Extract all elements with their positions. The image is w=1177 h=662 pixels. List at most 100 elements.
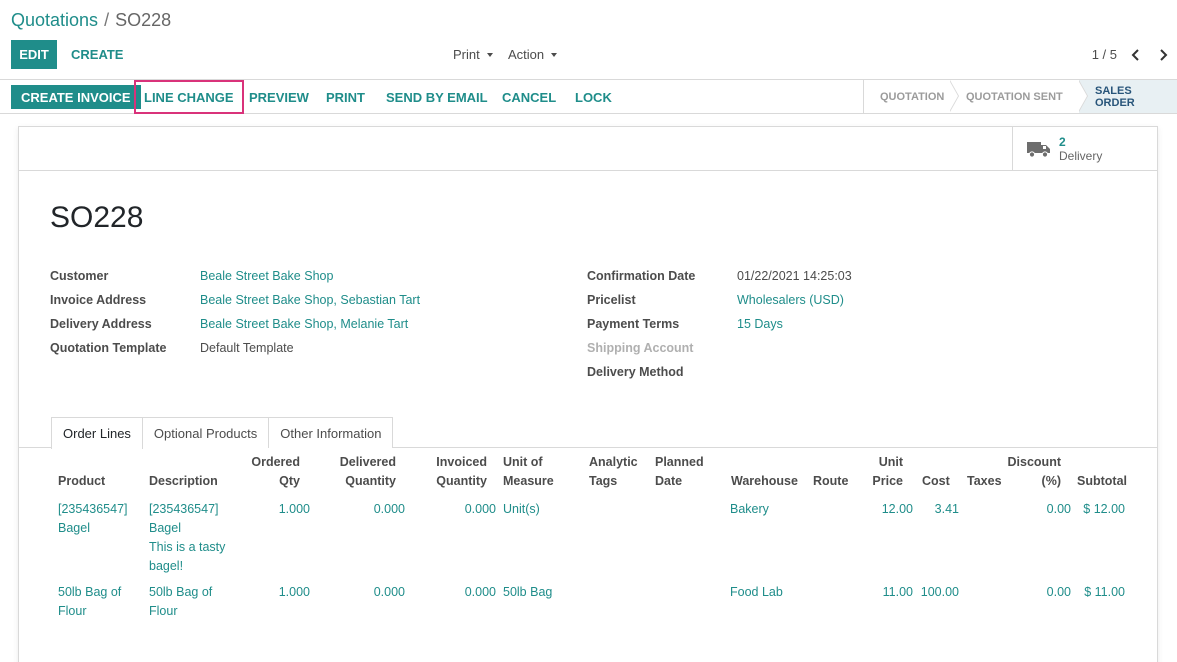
create-button[interactable]: CREATE	[71, 40, 123, 69]
col-analytic-tags-line1: Analytic	[589, 455, 638, 469]
col-product[interactable]: Product	[58, 472, 105, 491]
table-row-1-warehouse[interactable]: Bakery	[730, 500, 769, 519]
col-delivered-qty[interactable]: Delivered Quantity	[340, 453, 396, 491]
print-dropdown-label: Print	[453, 47, 480, 62]
col-subtotal[interactable]: Subtotal	[1077, 472, 1127, 491]
cancel-button[interactable]: CANCEL	[502, 85, 556, 109]
col-planned-date[interactable]: Planned Date	[655, 453, 704, 491]
tab-other-information[interactable]: Other Information	[268, 417, 394, 448]
tab-order-lines[interactable]: Order Lines	[51, 417, 143, 449]
stage-quotation[interactable]: QUOTATION	[864, 79, 959, 113]
breadcrumb-quotations-link[interactable]: Quotations	[11, 10, 98, 30]
table-row-1-description[interactable]: [235436547] Bagel This is a tasty bagel!	[149, 500, 225, 576]
table-row-2-subtotal: $ 11.00	[1084, 585, 1125, 599]
col-analytic-tags[interactable]: Analytic Tags	[589, 453, 638, 491]
table-row-1-discount[interactable]: 0.00	[1047, 500, 1071, 519]
stage-sales-order[interactable]: SALES ORDER	[1079, 80, 1177, 113]
action-dropdown[interactable]: Action	[508, 40, 558, 69]
delivery-smart-button[interactable]: 2 Delivery	[1012, 127, 1157, 171]
caret-down-icon	[486, 52, 493, 57]
col-unit-of-measure-line1: Unit of	[503, 455, 543, 469]
table-row-1-ordered-qty[interactable]: 1.000	[279, 500, 310, 519]
truck-icon	[1027, 142, 1050, 158]
breadcrumb-separator: /	[104, 10, 110, 30]
table-row-2-description[interactable]: 50lb Bag of Flour	[149, 583, 212, 621]
table-row-2-product-line1: 50lb Bag of	[58, 585, 122, 599]
col-invoiced-qty-line2: Quantity	[436, 474, 487, 488]
table-row-2-cost[interactable]: 100.00	[921, 583, 959, 602]
shipping-account-label: Shipping Account	[587, 341, 694, 355]
table-row-2-uom[interactable]: 50lb Bag	[503, 583, 552, 602]
breadcrumb: Quotations / SO228	[11, 10, 171, 31]
col-invoiced-qty-line1: Invoiced	[436, 455, 487, 469]
col-unit-of-measure-line2: Measure	[503, 474, 554, 488]
col-warehouse[interactable]: Warehouse	[731, 472, 798, 491]
col-unit-price-line1: Unit	[878, 455, 903, 469]
caret-down-icon	[551, 52, 558, 57]
col-unit-of-measure[interactable]: Unit of Measure	[503, 453, 554, 491]
invoice-address-link[interactable]: Beale Street Bake Shop, Sebastian Tart	[200, 293, 420, 307]
order-name: SO228	[50, 201, 144, 234]
stage-quotation-label: QUOTATION	[880, 90, 945, 103]
col-route[interactable]: Route	[813, 472, 848, 491]
table-row-2-invoiced-qty[interactable]: 0.000	[465, 583, 496, 602]
col-unit-price[interactable]: Unit Price	[872, 453, 903, 491]
col-cost[interactable]: Cost	[922, 472, 950, 491]
table-row-2-delivered-qty[interactable]: 0.000	[374, 583, 405, 602]
confirmation-date-value: 01/22/2021 14:25:03	[737, 269, 852, 283]
invoice-address-label: Invoice Address	[50, 293, 147, 307]
notebook-tabs: Order Lines Optional Products Other Info…	[51, 417, 394, 449]
table-row-2-product[interactable]: 50lb Bag of Flour	[58, 583, 121, 621]
stage-pipeline: QUOTATION QUOTATION SENT SALES ORDER	[863, 79, 1177, 113]
col-taxes[interactable]: Taxes	[967, 472, 1002, 491]
col-analytic-tags-line2: Tags	[589, 474, 618, 488]
pager-value[interactable]: 1 / 5	[1092, 40, 1117, 69]
print-button[interactable]: PRINT	[326, 85, 365, 109]
pager-next-button[interactable]	[1155, 40, 1171, 69]
table-row-1-description-line3: This is a tasty	[149, 540, 226, 554]
col-delivered-qty-line2: Quantity	[345, 474, 396, 488]
chevron-left-icon	[1131, 48, 1139, 61]
col-planned-date-line1: Planned	[655, 455, 704, 469]
print-dropdown[interactable]: Print	[453, 40, 493, 69]
stage-sales-order-label: SALES ORDER	[1095, 84, 1135, 109]
send-by-email-button[interactable]: SEND BY EMAIL	[386, 85, 488, 109]
stage-quotation-sent[interactable]: QUOTATION SENT	[950, 79, 1088, 113]
status-bar: CREATE INVOICE LINE CHANGE PREVIEW PRINT…	[0, 79, 1177, 114]
table-row-1-invoiced-qty[interactable]: 0.000	[465, 500, 496, 519]
col-description[interactable]: Description	[149, 472, 218, 491]
table-row-1-product-line1: [235436547]	[58, 502, 128, 516]
table-row-2-product-line2: Flour	[58, 604, 87, 618]
col-discount[interactable]: Discount (%)	[1008, 453, 1061, 491]
lock-button[interactable]: LOCK	[575, 85, 612, 109]
table-row-1-uom[interactable]: Unit(s)	[503, 500, 540, 519]
table-row-1-delivered-qty[interactable]: 0.000	[374, 500, 405, 519]
table-row-2-unit-price[interactable]: 11.00	[883, 583, 913, 602]
customer-link[interactable]: Beale Street Bake Shop	[200, 269, 333, 283]
table-row-2-discount[interactable]: 0.00	[1047, 583, 1071, 602]
quotation-template-label: Quotation Template	[50, 341, 167, 355]
table-row-2-warehouse[interactable]: Food Lab	[730, 583, 783, 602]
delivery-label: Delivery	[1059, 149, 1103, 163]
table-row-1-description-line1: [235436547]	[149, 502, 219, 516]
create-invoice-button[interactable]: CREATE INVOICE	[11, 85, 141, 109]
pricelist-label: Pricelist	[587, 293, 636, 307]
col-planned-date-line2: Date	[655, 474, 683, 488]
breadcrumb-current: SO228	[115, 10, 172, 30]
edit-button[interactable]: EDIT	[11, 40, 57, 69]
pricelist-link[interactable]: Wholesalers (USD)	[737, 293, 844, 307]
table-row-1-cost[interactable]: 3.41	[935, 500, 959, 519]
action-dropdown-label: Action	[508, 47, 545, 62]
payment-terms-link[interactable]: 15 Days	[737, 317, 783, 331]
table-row-1-product[interactable]: [235436547] Bagel	[58, 500, 128, 538]
tab-optional-products[interactable]: Optional Products	[141, 417, 270, 448]
line-change-button[interactable]: LINE CHANGE	[134, 80, 244, 114]
col-unit-price-line2: Price	[872, 474, 903, 488]
col-invoiced-qty[interactable]: Invoiced Quantity	[436, 453, 487, 491]
table-row-1-unit-price[interactable]: 12.00	[882, 500, 913, 519]
col-ordered-qty[interactable]: Ordered Qty	[251, 453, 300, 491]
delivery-address-link[interactable]: Beale Street Bake Shop, Melanie Tart	[200, 317, 408, 331]
pager-previous-button[interactable]	[1128, 40, 1144, 69]
preview-button[interactable]: PREVIEW	[249, 85, 309, 109]
table-row-2-ordered-qty[interactable]: 1.000	[279, 583, 310, 602]
